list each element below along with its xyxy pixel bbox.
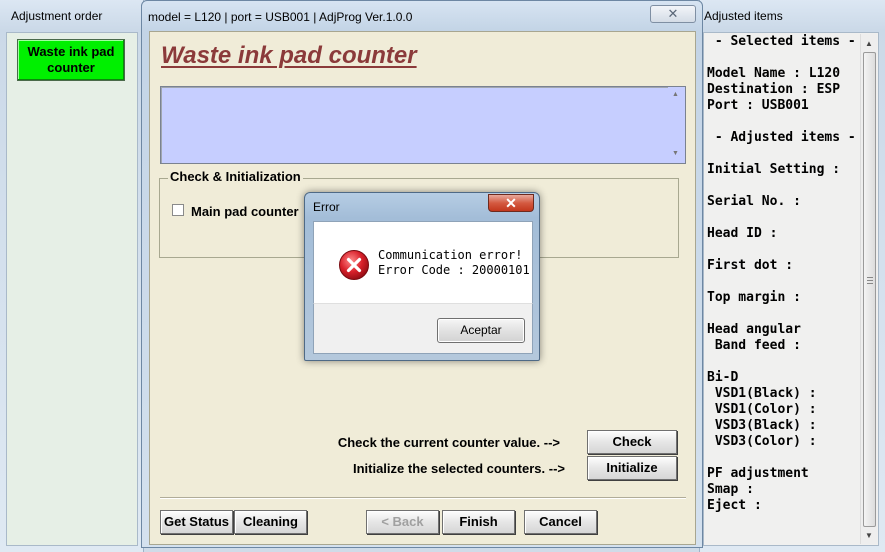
cleaning-button[interactable]: Cleaning <box>234 510 307 534</box>
adjustment-order-title: Adjustment order <box>11 9 103 23</box>
close-icon: ✕ <box>667 6 679 21</box>
status-textbox[interactable]: ▲ ▼ <box>160 86 686 164</box>
scrollbar-thumb[interactable] <box>863 52 876 527</box>
initialize-button[interactable]: Initialize <box>587 456 677 480</box>
close-icon: ✕ <box>505 195 517 211</box>
check-button[interactable]: Check <box>587 430 677 454</box>
error-code-line: Error Code : 20000101 <box>378 263 530 277</box>
error-dialog: Error ✕ Communication error! Error Code … <box>304 192 540 361</box>
scroll-up-arrow-icon[interactable]: ▲ <box>861 36 877 52</box>
adjusted-items-scrollbar[interactable]: ▲ ▼ <box>860 34 877 544</box>
textbox-scrollbar[interactable]: ▲ ▼ <box>668 87 685 163</box>
back-button[interactable]: < Back <box>366 510 439 534</box>
cancel-button[interactable]: Cancel <box>524 510 597 534</box>
error-dialog-body: Communication error! Error Code : 200001… <box>313 221 533 303</box>
adjusted-items-title: Adjusted items <box>704 9 783 23</box>
main-pad-counter-label[interactable]: Main pad counter <box>191 204 299 219</box>
adjustment-order-panel: Waste ink pad counter <box>6 32 138 546</box>
error-dialog-close-button[interactable]: ✕ <box>488 194 534 212</box>
grip-line-icon <box>867 283 873 284</box>
divider <box>160 497 686 499</box>
main-pad-counter-checkbox[interactable] <box>172 204 184 216</box>
main-window-title: model = L120 | port = USB001 | AdjProg V… <box>148 10 413 24</box>
aceptar-button[interactable]: Aceptar <box>437 318 525 343</box>
grip-line-icon <box>867 277 873 278</box>
error-message-line-1: Communication error! <box>378 248 523 262</box>
initialize-instruction-text: Initialize the selected counters. --> <box>352 461 565 476</box>
adjusted-items-window: Adjusted items - Selected items - Model … <box>699 0 885 552</box>
scroll-down-arrow-icon[interactable]: ▼ <box>861 528 877 544</box>
error-message: Communication error! Error Code : 200001… <box>378 248 530 278</box>
waste-ink-pad-counter-button[interactable]: Waste ink pad counter <box>17 39 125 81</box>
check-instruction-text: Check the current counter value. --> <box>337 435 560 450</box>
adjusted-items-text: - Selected items - Model Name : L120 Des… <box>707 34 856 513</box>
scroll-up-arrow-icon[interactable]: ▲ <box>672 91 679 98</box>
finish-button[interactable]: Finish <box>442 510 515 534</box>
page-title: Waste ink pad counter <box>161 42 417 69</box>
grip-line-icon <box>867 280 873 281</box>
error-icon <box>339 250 369 280</box>
adjustment-order-window: Adjustment order Waste ink pad counter <box>0 0 144 552</box>
scroll-down-arrow-icon[interactable]: ▼ <box>672 150 679 157</box>
error-dialog-footer: Aceptar <box>313 303 533 354</box>
adjusted-items-panel: - Selected items - Model Name : L120 Des… <box>703 32 879 546</box>
get-status-button[interactable]: Get Status <box>160 510 233 534</box>
error-dialog-title: Error <box>313 200 340 214</box>
main-close-button[interactable]: ✕ <box>650 5 696 23</box>
group-label: Check & Initialization <box>168 169 303 184</box>
